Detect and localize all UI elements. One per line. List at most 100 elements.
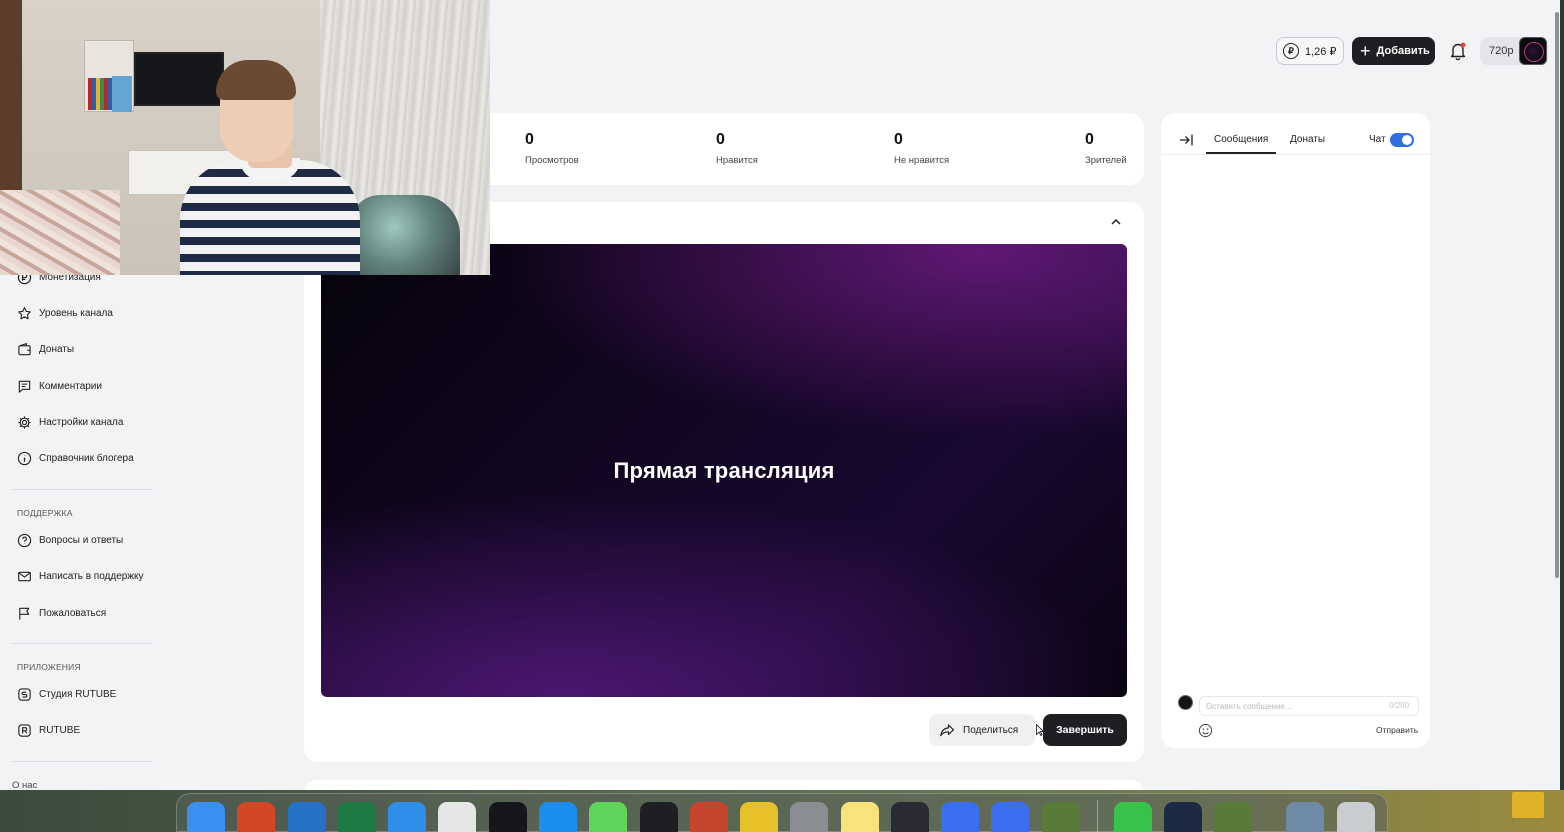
avatar[interactable] <box>1519 37 1547 65</box>
sidebar-item-comments[interactable]: Комментарии <box>17 377 102 395</box>
chat-toggle[interactable] <box>1390 133 1414 147</box>
minecraft-icon[interactable] <box>1042 802 1080 832</box>
finish-button-label: Завершить <box>1056 724 1114 736</box>
roblox-studio-icon[interactable] <box>640 802 678 832</box>
powerpoint-icon[interactable] <box>237 802 275 832</box>
minecraft-icon-2[interactable] <box>1214 802 1252 832</box>
sidebar-item-rutube-studio[interactable]: Студия RUTUBE <box>17 685 116 703</box>
stat-label: Зрителей <box>1085 155 1127 166</box>
sidebar-divider <box>12 643 152 644</box>
sidebar-item-label: Донаты <box>39 343 75 355</box>
stat-label: Не нравится <box>894 155 950 166</box>
mouse-cursor-icon <box>1036 724 1044 736</box>
question-icon <box>17 533 32 547</box>
sidebar-item-label: Вопросы и ответы <box>39 534 124 546</box>
flag-icon <box>19 607 30 620</box>
desktop-file-icon[interactable] <box>1512 792 1544 818</box>
share-button[interactable]: Поделиться <box>929 714 1035 746</box>
scrollbar-thumb[interactable] <box>1555 12 1559 578</box>
studio-icon <box>18 687 31 701</box>
game-icon[interactable] <box>690 802 728 832</box>
avatar <box>1178 695 1193 710</box>
about-link[interactable]: О нас <box>12 780 37 790</box>
stat-viewers: 0 Зрителей <box>1085 131 1127 166</box>
stat-label: Просмотров <box>525 155 579 166</box>
webcam-overlay <box>0 0 490 275</box>
chevron-up-icon[interactable] <box>1110 216 1122 228</box>
stream-player[interactable]: Прямая трансляция <box>321 244 1127 697</box>
sidebar-item-donations[interactable]: Донаты <box>17 340 74 358</box>
dock-separator <box>1097 800 1098 832</box>
outlook-icon[interactable] <box>288 802 326 832</box>
tab-donations[interactable]: Донаты <box>1290 134 1325 145</box>
support-section-title: ПОДДЕРЖКА <box>17 508 73 518</box>
trash-icon[interactable] <box>1337 802 1375 832</box>
roblox-icon[interactable] <box>941 802 979 832</box>
balance-button[interactable]: ₽ 1,26 ₽ <box>1276 37 1344 65</box>
sidebar-item-contact-support[interactable]: Написать в поддержку <box>17 567 144 585</box>
rutube-icon[interactable] <box>489 802 527 832</box>
sidebar-divider <box>12 761 152 762</box>
geometry-dash-icon[interactable] <box>740 802 778 832</box>
steam-icon[interactable] <box>1164 802 1202 832</box>
page-scrollbar[interactable] <box>1554 0 1560 790</box>
balance-value: 1,26 ₽ <box>1305 45 1337 58</box>
mail-icon <box>18 571 31 581</box>
sidebar-item-blogger-guide[interactable]: Справочник блогера <box>17 449 134 467</box>
plus-icon: + <box>1360 41 1371 61</box>
finder-icon[interactable] <box>187 802 225 832</box>
wallet-icon <box>18 342 31 355</box>
send-button[interactable]: Отправить <box>1376 725 1418 735</box>
obs-icon[interactable] <box>891 802 929 832</box>
stat-value: 0 <box>1085 131 1094 148</box>
sidebar-item-channel-settings[interactable]: Настройки канала <box>17 413 123 431</box>
finish-stream-button[interactable]: Завершить <box>1043 714 1127 746</box>
comment-icon <box>18 380 31 393</box>
sidebar-item-label: Комментарии <box>39 380 102 392</box>
stat-views: 0 Просмотров <box>525 131 579 166</box>
sidebar-item-channel-level[interactable]: Уровень канала <box>17 304 113 322</box>
star-icon <box>18 306 31 319</box>
safari-icon[interactable] <box>388 802 426 832</box>
info-icon <box>17 451 32 465</box>
share-button-label: Поделиться <box>963 724 1019 736</box>
stat-value: 0 <box>525 131 534 148</box>
char-counter: 0/200 <box>1389 701 1410 710</box>
sidebar-item-label: Пожаловаться <box>39 607 107 619</box>
whatsapp-icon[interactable] <box>1114 802 1152 832</box>
add-button[interactable]: + Добавить <box>1352 37 1435 65</box>
stat-dislikes: 0 Не нравится <box>894 131 949 166</box>
calculator-icon[interactable] <box>438 802 476 832</box>
sidebar-item-label: Уровень канала <box>39 307 113 319</box>
apps-section-title: ПРИЛОЖЕНИЯ <box>17 662 81 672</box>
sidebar-item-label: Студия RUTUBE <box>39 688 117 700</box>
chat-panel <box>1161 113 1430 748</box>
excel-icon[interactable] <box>338 802 376 832</box>
stat-value: 0 <box>716 131 725 148</box>
sidebar-item-label: Написать в поддержку <box>39 570 144 582</box>
stream-title: Прямая трансляция <box>613 457 835 483</box>
chat-divider <box>1161 154 1430 155</box>
folder-icon[interactable] <box>1286 802 1324 832</box>
rutube-icon <box>18 723 31 737</box>
facetime-icon[interactable] <box>589 802 627 832</box>
sidebar-item-rutube[interactable]: RUTUBE <box>17 721 80 739</box>
quality-value: 720p <box>1489 45 1514 57</box>
notes-icon[interactable] <box>841 802 879 832</box>
sidebar-item-report[interactable]: Пожаловаться <box>17 604 106 622</box>
ruble-icon: ₽ <box>1283 43 1299 59</box>
bell-icon[interactable] <box>1449 41 1467 61</box>
system-settings-icon[interactable] <box>790 802 828 832</box>
sidebar-item-label: Справочник блогера <box>39 452 134 464</box>
sidebar-item-faq[interactable]: Вопросы и ответы <box>17 531 123 549</box>
next-card <box>304 780 1144 790</box>
roblox-icon-2[interactable] <box>991 802 1029 832</box>
sidebar-divider <box>12 489 152 490</box>
tab-messages[interactable]: Сообщения <box>1214 134 1268 145</box>
app-store-icon[interactable] <box>539 802 577 832</box>
stat-label: Нравится <box>716 155 758 166</box>
sidebar-item-label: Настройки канала <box>39 416 124 428</box>
chat-message-input[interactable] <box>1199 696 1419 716</box>
emoji-icon[interactable] <box>1198 723 1213 738</box>
collapse-panel-icon[interactable] <box>1178 132 1194 148</box>
